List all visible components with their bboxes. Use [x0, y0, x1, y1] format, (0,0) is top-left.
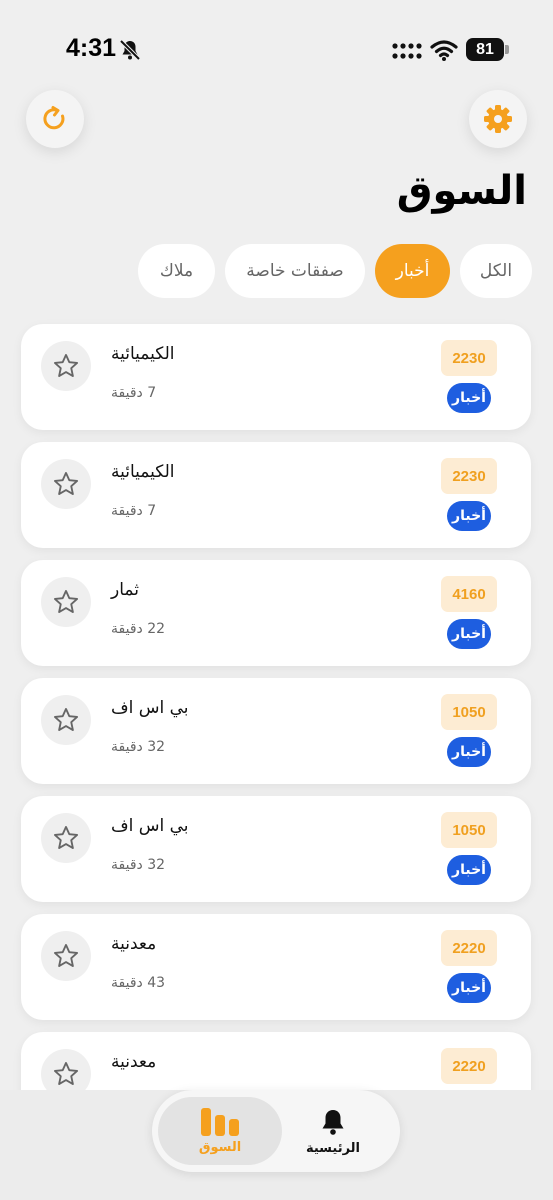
favorite-button[interactable] [41, 1049, 91, 1090]
type-badge: أخبار [447, 737, 491, 767]
favorite-button[interactable] [41, 931, 91, 981]
item-time: 22 دقيقة [111, 621, 166, 637]
item-time: 7 دقيقة [111, 385, 157, 401]
star-icon [53, 471, 79, 495]
list-item[interactable]: الكيميائية 7 دقيقة 2230 أخبار [21, 324, 531, 430]
favorite-button[interactable] [41, 695, 91, 745]
favorite-button[interactable] [41, 577, 91, 627]
price-badge: 2230 [441, 340, 497, 376]
news-list: الكيميائية 7 دقيقة 2230 أخبار الكيميائية… [0, 0, 553, 1090]
item-title: معدنية [111, 934, 157, 954]
price-badge: 2220 [441, 930, 497, 966]
price-badge: 4160 [441, 576, 497, 612]
favorite-button[interactable] [41, 813, 91, 863]
item-time: 32 دقيقة [111, 739, 166, 755]
item-title: معدنية [111, 1052, 157, 1072]
list-item[interactable]: معدنية 43 دقيقة 2220 أخبار [21, 914, 531, 1020]
item-title: ثمار [111, 580, 139, 600]
star-icon [53, 943, 79, 967]
star-icon [53, 353, 79, 377]
list-item[interactable]: بي اس اف 32 دقيقة 1050 أخبار [21, 678, 531, 784]
list-item[interactable]: بي اس اف 32 دقيقة 1050 أخبار [21, 796, 531, 902]
list-item[interactable]: الكيميائية 7 دقيقة 2230 أخبار [21, 442, 531, 548]
star-icon [53, 1061, 79, 1085]
nav-market[interactable]: السوق [158, 1097, 282, 1165]
type-badge: أخبار [447, 383, 491, 413]
nav-home[interactable]: الرئيسية [271, 1097, 395, 1165]
favorite-button[interactable] [41, 341, 91, 391]
bar-chart-icon [201, 1107, 239, 1136]
item-time: 32 دقيقة [111, 857, 166, 873]
list-item[interactable]: معدنية 2220 أخبار [21, 1032, 531, 1090]
price-badge: 2230 [441, 458, 497, 494]
price-badge: 1050 [441, 694, 497, 730]
price-badge: 2220 [441, 1048, 497, 1084]
item-time: 7 دقيقة [111, 503, 157, 519]
favorite-button[interactable] [41, 459, 91, 509]
star-icon [53, 825, 79, 849]
item-title: بي اس اف [111, 698, 189, 718]
star-icon [53, 707, 79, 731]
item-time: 43 دقيقة [111, 975, 166, 991]
item-title: الكيميائية [111, 462, 175, 482]
type-badge: أخبار [447, 855, 491, 885]
nav-home-label: الرئيسية [305, 1140, 361, 1156]
price-badge: 1050 [441, 812, 497, 848]
item-title: بي اس اف [111, 816, 189, 836]
star-icon [53, 589, 79, 613]
type-badge: أخبار [447, 501, 491, 531]
bell-icon [322, 1109, 344, 1135]
type-badge: أخبار [447, 619, 491, 649]
item-title: الكيميائية [111, 344, 175, 364]
list-item[interactable]: ثمار 22 دقيقة 4160 أخبار [21, 560, 531, 666]
type-badge: أخبار [447, 973, 491, 1003]
nav-market-label: السوق [198, 1139, 242, 1155]
